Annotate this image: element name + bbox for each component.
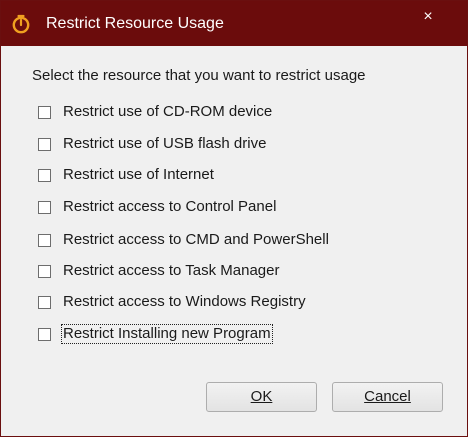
option-label: Restrict use of CD-ROM device: [63, 103, 273, 120]
window-title: Restrict Resource Usage: [46, 15, 224, 32]
checkbox[interactable]: [38, 105, 51, 119]
option-cmd-powershell[interactable]: Restrict access to CMD and PowerShell: [38, 230, 330, 250]
instruction-text: Select the resource that you want to res…: [32, 67, 366, 84]
option-task-manager[interactable]: Restrict access to Task Manager: [38, 261, 280, 281]
option-cdrom[interactable]: Restrict use of CD-ROM device: [38, 102, 273, 122]
close-button[interactable]: ×: [411, 5, 445, 29]
option-label: Restrict access to Control Panel: [63, 198, 277, 215]
option-label: Restrict access to Windows Registry: [63, 293, 306, 310]
option-registry[interactable]: Restrict access to Windows Registry: [38, 292, 307, 312]
checkbox[interactable]: [38, 137, 51, 151]
checkbox[interactable]: [38, 295, 51, 309]
option-label: Restrict Installing new Program: [61, 324, 273, 344]
cancel-button[interactable]: Cancel: [332, 382, 443, 412]
restrict-resource-dialog: Restrict Resource Usage × Select the res…: [0, 0, 468, 437]
checkbox[interactable]: [38, 327, 51, 341]
checkbox[interactable]: [38, 264, 51, 278]
option-label: Restrict use of Internet: [63, 166, 214, 183]
checkbox[interactable]: [38, 200, 51, 214]
ok-button[interactable]: OK: [206, 382, 317, 412]
option-label: Restrict access to Task Manager: [63, 262, 280, 279]
option-label: Restrict use of USB flash drive: [63, 135, 267, 152]
option-usb[interactable]: Restrict use of USB flash drive: [38, 134, 267, 154]
option-control-panel[interactable]: Restrict access to Control Panel: [38, 197, 277, 217]
option-label: Restrict access to CMD and PowerShell: [63, 231, 329, 248]
option-internet[interactable]: Restrict use of Internet: [38, 165, 215, 185]
close-icon: ×: [423, 8, 433, 25]
timer-icon: [12, 14, 30, 34]
title-bar[interactable]: Restrict Resource Usage ×: [1, 1, 467, 46]
checkbox[interactable]: [38, 168, 51, 182]
checkbox[interactable]: [38, 233, 51, 247]
option-install-program[interactable]: Restrict Installing new Program: [38, 324, 273, 344]
